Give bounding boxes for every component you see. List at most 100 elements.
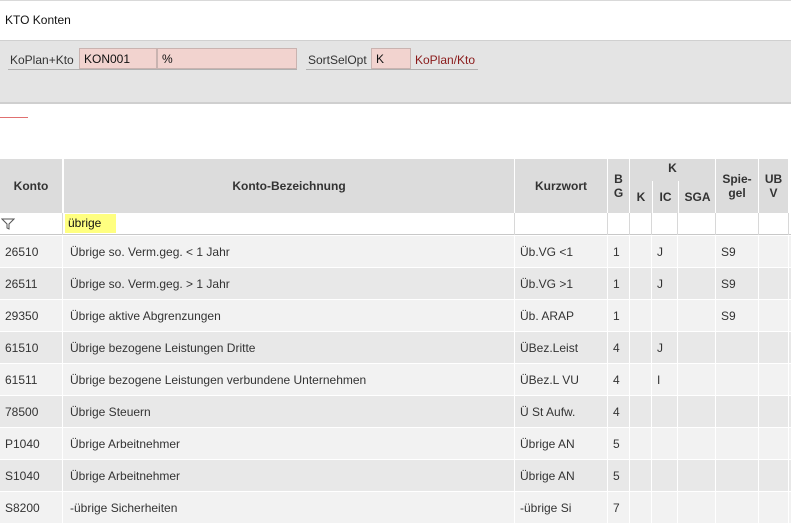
- cell-konto: 78500: [0, 396, 63, 428]
- filter-cell-kurzwort[interactable]: [515, 213, 608, 235]
- column-header-konto[interactable]: Konto: [0, 159, 63, 213]
- cell-ic: [652, 492, 678, 524]
- column-header-bg[interactable]: B G: [608, 159, 630, 213]
- column-group-k-label: K: [668, 161, 677, 175]
- cell-ubv: [759, 300, 789, 332]
- top-divider: [0, 0, 791, 1]
- panel-divider: [0, 102, 791, 104]
- cell-bg: 7: [608, 492, 630, 524]
- cell-bg: 5: [608, 460, 630, 492]
- filter-icon[interactable]: [1, 217, 15, 231]
- cell-spiegel: S9: [716, 300, 759, 332]
- cell-ubv: [759, 268, 789, 300]
- cell-bezeichnung: Übrige Arbeitnehmer: [63, 460, 515, 492]
- cell-spiegel: [716, 492, 759, 524]
- sortsel-underline: [306, 69, 478, 70]
- koplan-underline: [8, 69, 297, 70]
- koplan-input[interactable]: KON001: [79, 48, 157, 69]
- column-group-k: K K IC SGA: [630, 159, 716, 213]
- cell-bezeichnung: Übrige so. Verm.geg. > 1 Jahr: [63, 268, 515, 300]
- column-header-bezeichnung[interactable]: Konto-Bezeichnung: [63, 159, 515, 213]
- cell-bg: 1: [608, 268, 630, 300]
- cell-spiegel: [716, 332, 759, 364]
- cell-ubv: [759, 332, 789, 364]
- cell-spiegel: [716, 396, 759, 428]
- cell-k: [630, 236, 652, 268]
- filter-cell-ic[interactable]: [652, 213, 678, 235]
- filter-cell-ubv[interactable]: [759, 213, 789, 235]
- table-row[interactable]: 26511 Übrige so. Verm.geg. > 1 Jahr Üb.V…: [0, 268, 791, 300]
- cell-ic: I: [652, 364, 678, 396]
- cell-bezeichnung: Übrige so. Verm.geg. < 1 Jahr: [63, 236, 515, 268]
- cell-kurzwort: Ü St Aufw.: [515, 396, 608, 428]
- table-row[interactable]: 61510 Übrige bezogene Leistungen Dritte …: [0, 332, 791, 364]
- cell-k: [630, 460, 652, 492]
- cell-bezeichnung: Übrige aktive Abgrenzungen: [63, 300, 515, 332]
- column-header-kurzwort[interactable]: Kurzwort: [515, 159, 608, 213]
- filter-cell-konto[interactable]: [0, 213, 63, 235]
- cell-ubv: [759, 460, 789, 492]
- cell-bg: 5: [608, 428, 630, 460]
- cell-sga: [678, 236, 716, 268]
- focus-indicator: [0, 117, 28, 118]
- cell-k: [630, 300, 652, 332]
- filter-cell-k[interactable]: [630, 213, 652, 235]
- column-header-spiegel[interactable]: Spie- gel: [716, 159, 759, 213]
- cell-k: [630, 268, 652, 300]
- table-row[interactable]: S1040 Übrige Arbeitnehmer Übrige AN 5: [0, 460, 791, 492]
- cell-sga: [678, 332, 716, 364]
- cell-bezeichnung: Übrige Arbeitnehmer: [63, 428, 515, 460]
- cell-bg: 1: [608, 300, 630, 332]
- cell-spiegel: S9: [716, 236, 759, 268]
- table-row[interactable]: 29350 Übrige aktive Abgrenzungen Üb. ARA…: [0, 300, 791, 332]
- cell-spiegel: [716, 428, 759, 460]
- cell-spiegel: S9: [716, 268, 759, 300]
- cell-kurzwort: -übrige Si: [515, 492, 608, 524]
- cell-ubv: [759, 396, 789, 428]
- sortsel-input[interactable]: K: [371, 48, 411, 69]
- filter-cell-bg[interactable]: [608, 213, 630, 235]
- cell-bg: 1: [608, 236, 630, 268]
- cell-sga: [678, 428, 716, 460]
- sortsel-label: SortSelOpt: [308, 53, 367, 67]
- column-header-k[interactable]: K: [630, 181, 652, 213]
- cell-sga: [678, 492, 716, 524]
- koplan-label: KoPlan+Kto: [10, 53, 74, 67]
- cell-konto: 61510: [0, 332, 63, 364]
- cell-sga: [678, 268, 716, 300]
- filter-cell-bezeichnung[interactable]: [63, 213, 515, 235]
- column-header-sga[interactable]: SGA: [678, 181, 716, 213]
- filter-panel: KoPlan+Kto KON001 % SortSelOpt K KoPlan/…: [0, 40, 791, 102]
- table-row[interactable]: 78500 Übrige Steuern Ü St Aufw. 4: [0, 396, 791, 428]
- cell-k: [630, 332, 652, 364]
- cell-konto: P1040: [0, 428, 63, 460]
- table-row[interactable]: 26510 Übrige so. Verm.geg. < 1 Jahr Üb.V…: [0, 236, 791, 268]
- table-row[interactable]: P1040 Übrige Arbeitnehmer Übrige AN 5: [0, 428, 791, 460]
- cell-konto: 29350: [0, 300, 63, 332]
- cell-konto: 61511: [0, 364, 63, 396]
- cell-spiegel: [716, 364, 759, 396]
- cell-kurzwort: ÜBez.L VU: [515, 364, 608, 396]
- cell-ic: [652, 300, 678, 332]
- cell-ic: [652, 428, 678, 460]
- cell-konto: 26510: [0, 236, 63, 268]
- cell-k: [630, 428, 652, 460]
- column-header-ubv[interactable]: UB V: [759, 159, 789, 213]
- konto-input[interactable]: %: [157, 48, 297, 69]
- cell-kurzwort: Üb.VG >1: [515, 268, 608, 300]
- cell-ubv: [759, 492, 789, 524]
- cell-sga: [678, 300, 716, 332]
- filter-cell-sga[interactable]: [678, 213, 716, 235]
- filter-cell-spiegel[interactable]: [716, 213, 759, 235]
- cell-kurzwort: Üb. ARAP: [515, 300, 608, 332]
- cell-ic: J: [652, 332, 678, 364]
- cell-ic: [652, 396, 678, 428]
- cell-k: [630, 396, 652, 428]
- table-row[interactable]: 61511 Übrige bezogene Leistungen verbund…: [0, 364, 791, 396]
- cell-konto: S8200: [0, 492, 63, 524]
- bezeichnung-filter-input[interactable]: übrige: [65, 214, 116, 233]
- column-header-ic[interactable]: IC: [652, 181, 678, 213]
- cell-bg: 4: [608, 396, 630, 428]
- cell-sga: [678, 396, 716, 428]
- table-row[interactable]: S8200 -übrige Sicherheiten -übrige Si 7: [0, 492, 791, 524]
